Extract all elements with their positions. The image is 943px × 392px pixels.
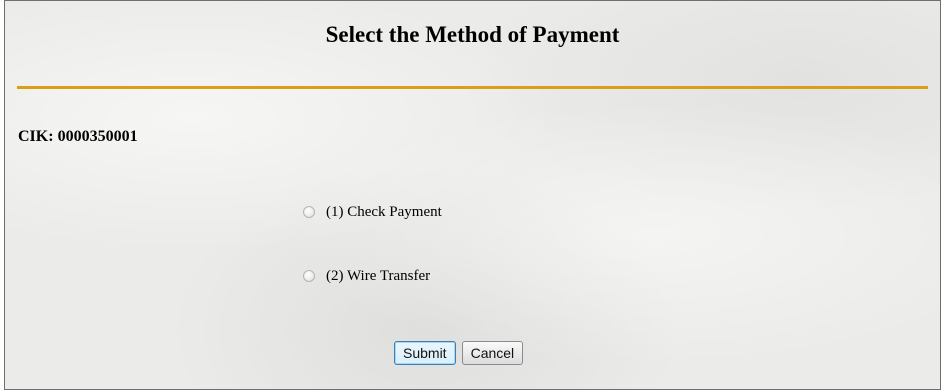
cik-display: CIK: 0000350001 — [18, 127, 138, 147]
wire-transfer-label: (2) Wire Transfer — [326, 268, 431, 284]
check-payment-label: (1) Check Payment — [326, 204, 442, 220]
page-title: Select the Method of Payment — [325, 22, 620, 47]
payment-method-panel: Select the Method of Payment CIK: 000035… — [4, 0, 941, 390]
wire-transfer-radio[interactable] — [303, 270, 315, 282]
check-payment-option[interactable]: (1) Check Payment — [303, 202, 442, 222]
title-divider — [17, 86, 928, 89]
submit-button[interactable]: Submit — [394, 341, 456, 365]
check-payment-radio[interactable] — [303, 206, 315, 218]
cancel-button[interactable]: Cancel — [461, 341, 524, 365]
wire-transfer-option[interactable]: (2) Wire Transfer — [303, 266, 430, 286]
form-actions: Submit Cancel — [394, 341, 524, 365]
cik-value: 0000350001 — [57, 128, 138, 145]
cik-label: CIK: — [18, 128, 54, 145]
